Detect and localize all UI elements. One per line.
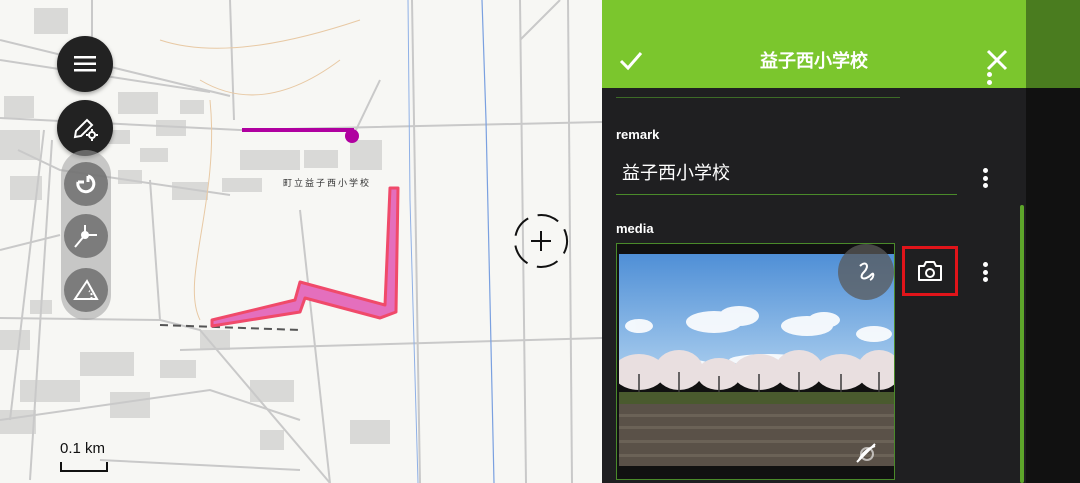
panel-header: 益子西小学校 <box>602 0 1026 88</box>
side-strip <box>1026 0 1080 483</box>
angle-tool-button[interactable] <box>64 268 108 312</box>
menu-icon <box>74 56 96 72</box>
remark-more-button[interactable] <box>975 165 995 191</box>
visibility-off-icon[interactable] <box>853 440 879 466</box>
remark-input[interactable]: 益子西小学校 <box>616 155 957 195</box>
angle-icon <box>73 279 99 300</box>
edit-settings-icon <box>73 118 98 141</box>
panel-title: 益子西小学校 <box>760 51 868 72</box>
magnet-snap-icon <box>76 174 96 194</box>
panel-scrollbar[interactable] <box>1020 205 1024 483</box>
scale-bar-line <box>60 462 108 472</box>
scale-label: 0.1 km <box>60 440 106 457</box>
scale-bar: 0.1 km <box>58 440 110 474</box>
vertex-icon <box>74 225 97 248</box>
menu-button[interactable] <box>57 36 113 92</box>
close-icon[interactable] <box>984 47 1010 73</box>
camera-button[interactable] <box>902 246 958 296</box>
draw-icon <box>859 262 875 281</box>
magnet-snap-button[interactable] <box>64 162 108 206</box>
feature-edit-panel: 益子西小学校 remark 益子西小学校 media <box>602 0 1026 483</box>
remark-label: remark <box>616 127 660 142</box>
camera-icon <box>918 261 942 281</box>
media-label: media <box>616 221 654 236</box>
school-map-label: 町立益子西小学校 <box>283 179 372 189</box>
draw-button[interactable] <box>838 244 894 300</box>
check-icon[interactable] <box>618 47 644 73</box>
side-strip-header <box>1026 0 1080 88</box>
map-view[interactable]: 町立益子西小学校 0.1 km <box>0 0 602 483</box>
previous-field-underline <box>616 97 900 98</box>
crosshair-icon <box>514 214 568 268</box>
media-thumbnail[interactable] <box>616 243 895 480</box>
vertex-tool-button[interactable] <box>64 214 108 258</box>
media-more-button[interactable] <box>975 259 995 285</box>
header-more-button[interactable] <box>984 72 994 88</box>
app-root: 町立益子西小学校 0.1 km 益子西小学校 remark 益子西小学校 med… <box>0 0 1080 483</box>
edit-settings-button[interactable] <box>57 100 113 156</box>
